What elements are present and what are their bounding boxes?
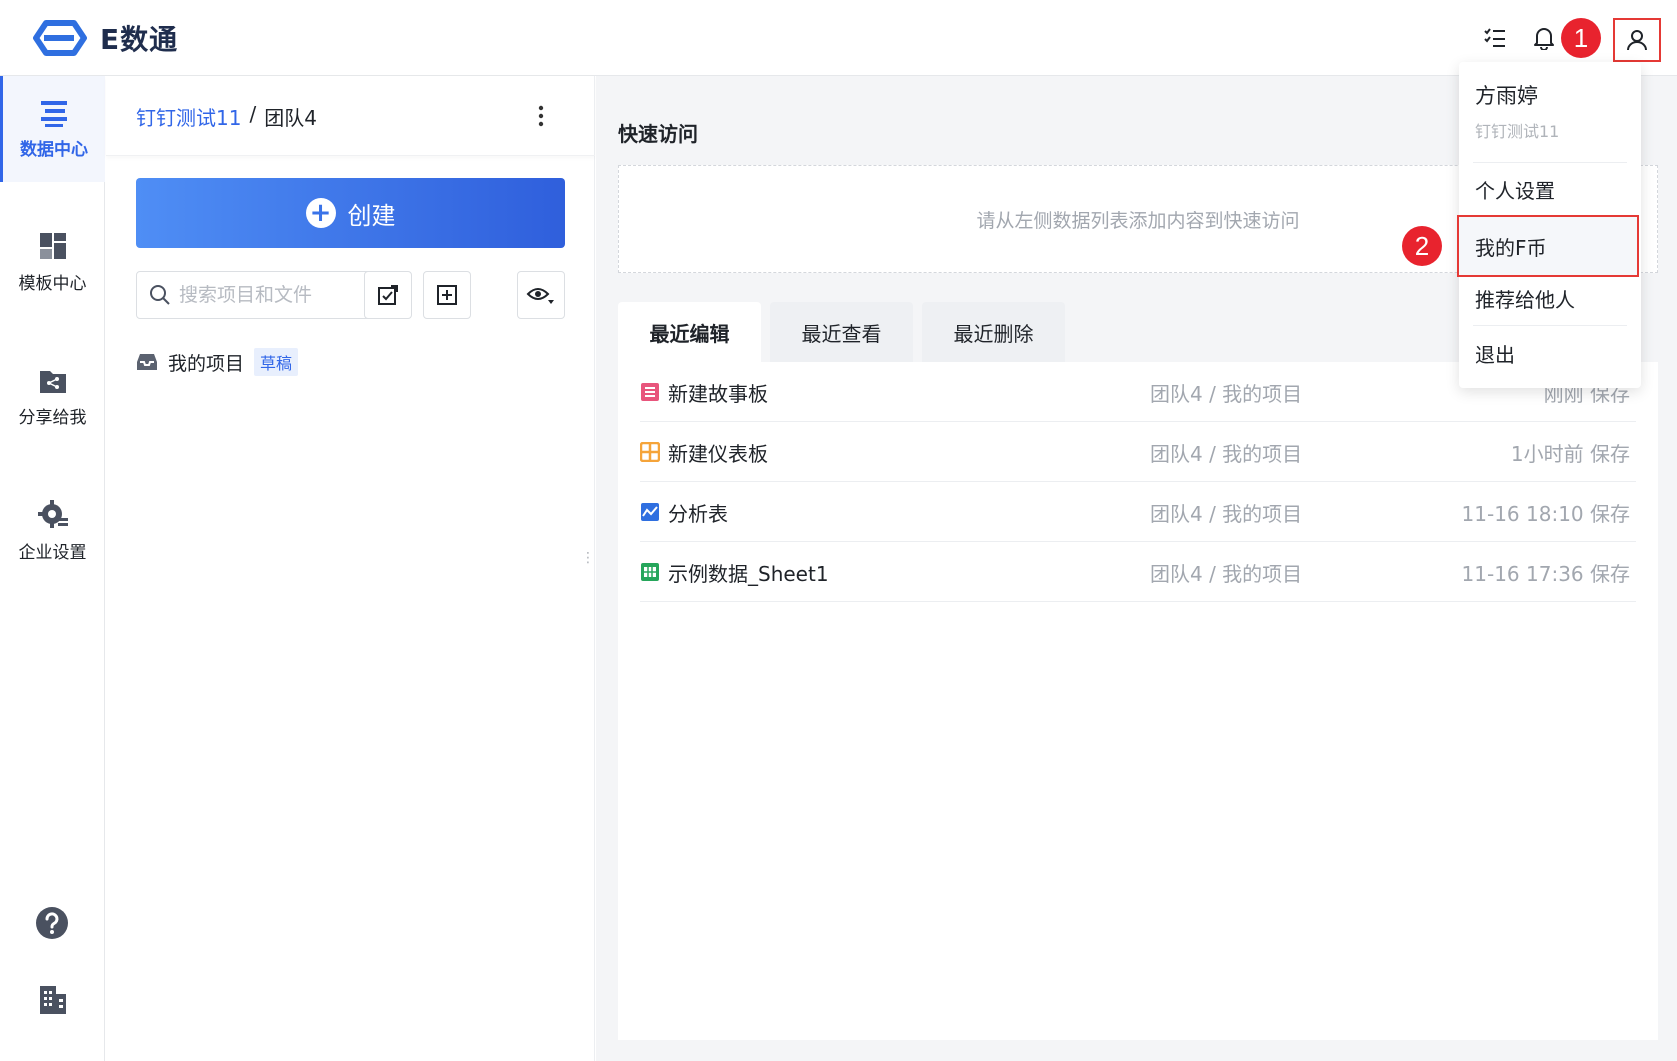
project-item[interactable]: 我的项目 草稿 bbox=[136, 348, 299, 376]
dashboard-icon bbox=[640, 442, 660, 462]
tab-recent-view[interactable]: 最近查看 bbox=[770, 302, 913, 362]
item-path: 团队4 / 我的项目 bbox=[1150, 381, 1303, 406]
item-name: 新建仪表板 bbox=[668, 441, 768, 466]
breadcrumb-team-link[interactable]: 钉钉测试11 bbox=[136, 102, 241, 131]
help-button[interactable] bbox=[35, 906, 69, 944]
tab-recent-delete[interactable]: 最近删除 bbox=[922, 302, 1065, 362]
brand-name: E数通 bbox=[100, 23, 179, 56]
bell-icon bbox=[1534, 28, 1554, 50]
quick-access-hint: 请从左侧数据列表添加内容到快速访问 bbox=[976, 209, 1300, 232]
left-nav: 数据中心 模板中心 分享给我 企业设置 bbox=[0, 76, 105, 1061]
quick-access-title: 快速访问 bbox=[618, 122, 698, 146]
item-time: 11-16 17:36 保存 bbox=[1461, 561, 1630, 586]
breadcrumb-separator: / bbox=[249, 102, 257, 126]
user-name: 方雨婷 bbox=[1475, 84, 1538, 108]
item-path: 团队4 / 我的项目 bbox=[1150, 501, 1303, 526]
notification-button[interactable] bbox=[1528, 22, 1560, 54]
step-badge-2: 2 bbox=[1402, 226, 1442, 266]
top-header: E数通 1 bbox=[0, 0, 1677, 76]
nav-label: 分享给我 bbox=[18, 407, 87, 428]
batch-select-button[interactable] bbox=[364, 271, 412, 319]
list-item[interactable]: 分析表 团队4 / 我的项目 11-16 18:10 保存 bbox=[640, 482, 1636, 542]
building-icon bbox=[40, 986, 66, 1014]
item-name: 新建故事板 bbox=[668, 381, 768, 406]
search-box bbox=[136, 271, 376, 319]
nav-label: 企业设置 bbox=[18, 542, 87, 563]
brand-logo-icon bbox=[33, 20, 87, 56]
item-time: 11-16 18:10 保存 bbox=[1461, 501, 1630, 526]
kebab-menu-icon bbox=[538, 105, 544, 127]
help-icon bbox=[36, 907, 68, 939]
data-center-icon bbox=[41, 100, 67, 127]
enterprise-button[interactable] bbox=[38, 984, 68, 1020]
nav-item-shared-with-me[interactable]: 分享给我 bbox=[0, 344, 105, 450]
task-list-button[interactable] bbox=[1479, 22, 1511, 54]
draft-tag: 草稿 bbox=[254, 348, 299, 376]
settings-gear-icon bbox=[37, 499, 68, 528]
recent-list: 新建故事板 团队4 / 我的项目 刚刚 保存 新建仪表板 团队4 / 我的项目 … bbox=[618, 362, 1658, 1040]
checklist-icon bbox=[1484, 28, 1505, 47]
user-org: 钉钉测试11 bbox=[1475, 122, 1560, 141]
list-item[interactable]: 新建仪表板 团队4 / 我的项目 1小时前 保存 bbox=[640, 422, 1636, 482]
view-options-button[interactable] bbox=[517, 271, 565, 319]
plus-square-icon bbox=[437, 285, 457, 305]
user-icon bbox=[1627, 30, 1647, 51]
panel-resize-handle[interactable]: ⋮ bbox=[581, 551, 595, 565]
menu-item-my-f-coins[interactable]: 我的F币 bbox=[1457, 215, 1639, 277]
menu-item-personal-settings[interactable]: 个人设置 bbox=[1459, 164, 1641, 214]
project-panel: 钉钉测试11 / 团队4 + 创建 搜索项目和文件 我的项目 草稿 bbox=[106, 76, 595, 1061]
checkbox-edit-icon bbox=[378, 285, 398, 305]
step-badge-1: 1 bbox=[1561, 18, 1601, 58]
menu-item-recommend[interactable]: 推荐给他人 bbox=[1459, 273, 1641, 323]
item-time: 1小时前 保存 bbox=[1510, 441, 1630, 466]
more-options-button[interactable] bbox=[526, 98, 556, 134]
storyboard-icon bbox=[641, 383, 659, 401]
menu-item-logout[interactable]: 退出 bbox=[1459, 328, 1641, 378]
nav-item-data-center[interactable]: 数据中心 bbox=[0, 76, 105, 182]
project-name: 我的项目 bbox=[168, 352, 245, 375]
breadcrumb: 钉钉测试11 / 团队4 bbox=[136, 102, 317, 131]
breadcrumb-current: 团队4 bbox=[264, 106, 317, 130]
sheet-icon bbox=[641, 563, 659, 581]
menu-divider bbox=[1473, 162, 1627, 163]
item-name: 分析表 bbox=[668, 501, 728, 526]
search-input[interactable] bbox=[179, 284, 369, 306]
add-item-button[interactable] bbox=[423, 271, 471, 319]
list-item[interactable]: 示例数据_Sheet1 团队4 / 我的项目 11-16 17:36 保存 bbox=[640, 542, 1636, 602]
brand-logo[interactable]: E数通 bbox=[28, 18, 178, 58]
item-path: 团队4 / 我的项目 bbox=[1150, 441, 1303, 466]
inbox-folder-icon bbox=[137, 354, 157, 370]
menu-divider bbox=[1473, 325, 1627, 326]
search-icon bbox=[150, 285, 170, 305]
plus-circle-icon: + bbox=[305, 198, 336, 228]
dropdown-user-info: 方雨婷 钉钉测试11 bbox=[1475, 80, 1559, 142]
user-dropdown-menu: 方雨婷 钉钉测试11 个人设置 我的F币 推荐给他人 退出 bbox=[1457, 62, 1641, 388]
nav-item-enterprise-settings[interactable]: 企业设置 bbox=[0, 478, 105, 584]
item-path: 团队4 / 我的项目 bbox=[1150, 561, 1303, 586]
create-button[interactable]: + 创建 bbox=[136, 178, 565, 248]
nav-label: 数据中心 bbox=[20, 139, 88, 160]
create-button-label: 创建 bbox=[347, 201, 396, 230]
nav-label: 模板中心 bbox=[18, 273, 87, 294]
project-panel-header: 钉钉测试11 / 团队4 bbox=[106, 76, 595, 156]
template-icon bbox=[39, 232, 66, 259]
share-folder-icon bbox=[39, 370, 66, 393]
nav-item-template-center[interactable]: 模板中心 bbox=[0, 209, 105, 315]
user-menu-button[interactable] bbox=[1613, 18, 1661, 62]
item-name: 示例数据_Sheet1 bbox=[668, 561, 829, 586]
eye-dropdown-icon bbox=[526, 288, 554, 304]
analysis-icon bbox=[641, 503, 659, 521]
tab-recent-edit[interactable]: 最近编辑 bbox=[618, 302, 761, 362]
